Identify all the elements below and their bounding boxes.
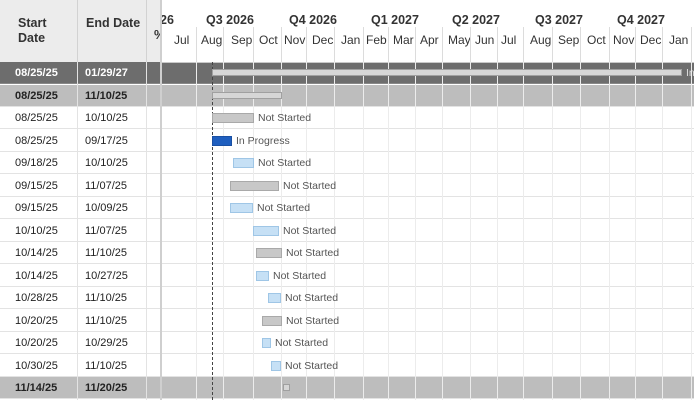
end-date-cell[interactable]: 11/10/25 bbox=[77, 310, 146, 332]
end-date-cell[interactable]: 10/10/25 bbox=[77, 152, 146, 174]
start-date-cell[interactable]: 08/25/25 bbox=[7, 62, 77, 84]
task-bar[interactable] bbox=[256, 270, 269, 281]
gantt-gridline bbox=[662, 62, 663, 400]
status-label: Not Started bbox=[283, 224, 337, 237]
status-label: Not Started bbox=[258, 112, 312, 124]
start-date-cell[interactable]: 10/30/25 bbox=[7, 355, 77, 377]
column-divider bbox=[146, 62, 147, 400]
task-bar[interactable] bbox=[253, 225, 279, 236]
start-date-cell[interactable]: 09/15/25 bbox=[7, 197, 77, 219]
end-date-cell[interactable]: 11/20/25 bbox=[77, 377, 146, 399]
status-label: Not Started bbox=[285, 359, 339, 372]
summary-bar[interactable] bbox=[283, 384, 290, 391]
end-date-cell[interactable]: 01/29/27 bbox=[77, 62, 146, 84]
summary-bar[interactable] bbox=[212, 69, 682, 76]
end-date-cell[interactable]: 11/10/25 bbox=[77, 85, 146, 107]
task-bar[interactable] bbox=[212, 113, 254, 123]
status-label: In bbox=[686, 67, 694, 79]
summary-bar[interactable] bbox=[212, 91, 282, 99]
end-date-cell[interactable]: 11/10/25 bbox=[77, 242, 146, 264]
grid-header: Start Date End Date % bbox=[0, 0, 165, 63]
start-date-cell[interactable]: 10/10/25 bbox=[7, 220, 77, 242]
end-date-cell[interactable]: 11/07/25 bbox=[77, 220, 146, 242]
column-header-start-date[interactable]: Start Date bbox=[10, 0, 78, 62]
task-bar[interactable] bbox=[262, 338, 271, 348]
column-header-end-date[interactable]: End Date bbox=[78, 0, 146, 62]
gantt-gridline bbox=[442, 62, 443, 400]
end-date-cell[interactable]: 10/10/25 bbox=[77, 107, 146, 129]
end-date-cell[interactable]: 09/17/25 bbox=[77, 130, 146, 152]
end-date-cell[interactable]: 10/09/25 bbox=[77, 197, 146, 219]
status-label: Not Started bbox=[283, 179, 337, 192]
end-date-label: End Date bbox=[86, 16, 141, 30]
gantt-chart-area[interactable]: In Not Started In Progress Not Started Not S… bbox=[162, 0, 694, 400]
gantt-gridline bbox=[470, 62, 471, 400]
start-date-cell[interactable]: 10/28/25 bbox=[7, 287, 77, 309]
frozen-pane-divider[interactable] bbox=[160, 0, 162, 400]
status-label: Not Started bbox=[275, 337, 329, 349]
start-date-cell[interactable]: 08/25/25 bbox=[7, 85, 77, 107]
task-bar[interactable] bbox=[262, 315, 282, 326]
start-date-cell[interactable]: 10/14/25 bbox=[7, 242, 77, 264]
gantt-gridline bbox=[552, 62, 553, 400]
status-label: Not Started bbox=[285, 292, 339, 304]
column-divider[interactable] bbox=[146, 0, 147, 62]
status-label: Not Started bbox=[286, 247, 340, 259]
gantt-gridline bbox=[497, 62, 498, 400]
end-date-cell[interactable]: 10/27/25 bbox=[77, 265, 146, 287]
status-label: In Progress bbox=[236, 134, 290, 147]
column-divider bbox=[77, 62, 78, 400]
gantt-gridline bbox=[523, 62, 524, 400]
end-date-cell[interactable]: 11/10/25 bbox=[77, 287, 146, 309]
status-label: Not Started bbox=[257, 202, 311, 214]
task-bar[interactable] bbox=[230, 180, 279, 191]
start-date-cell[interactable]: 09/15/25 bbox=[7, 175, 77, 197]
start-date-label-line1: Start bbox=[18, 16, 47, 30]
start-date-cell[interactable]: 08/25/25 bbox=[7, 130, 77, 152]
task-bar[interactable] bbox=[256, 248, 282, 258]
gantt-gridline bbox=[635, 62, 636, 400]
start-date-cell[interactable]: 10/20/25 bbox=[7, 332, 77, 354]
status-label: Not Started bbox=[286, 314, 340, 327]
start-date-cell[interactable]: 10/20/25 bbox=[7, 310, 77, 332]
start-date-cell[interactable]: 10/14/25 bbox=[7, 265, 77, 287]
status-label: Not Started bbox=[258, 157, 312, 169]
status-label: Not Started bbox=[273, 269, 327, 282]
task-bar[interactable] bbox=[212, 135, 232, 146]
gantt-gridline bbox=[609, 62, 610, 400]
start-date-cell[interactable]: 08/25/25 bbox=[7, 107, 77, 129]
start-date-label-line2: Date bbox=[18, 31, 46, 45]
task-bar[interactable] bbox=[271, 360, 281, 371]
gantt-gridline bbox=[580, 62, 581, 400]
end-date-cell[interactable]: 10/29/25 bbox=[77, 332, 146, 354]
task-bar[interactable] bbox=[268, 293, 281, 303]
start-date-cell[interactable]: 11/14/25 bbox=[7, 377, 77, 399]
task-bar[interactable] bbox=[230, 203, 253, 213]
end-date-cell[interactable]: 11/07/25 bbox=[77, 175, 146, 197]
task-bar[interactable] bbox=[233, 158, 254, 168]
gantt-gridline bbox=[388, 62, 389, 400]
start-date-cell[interactable]: 09/18/25 bbox=[7, 152, 77, 174]
gantt-gridline bbox=[196, 62, 197, 400]
end-date-cell[interactable]: 11/10/25 bbox=[77, 355, 146, 377]
gantt-gridline bbox=[691, 62, 692, 400]
gantt-gridline bbox=[415, 62, 416, 400]
gantt-gridline bbox=[363, 62, 364, 400]
